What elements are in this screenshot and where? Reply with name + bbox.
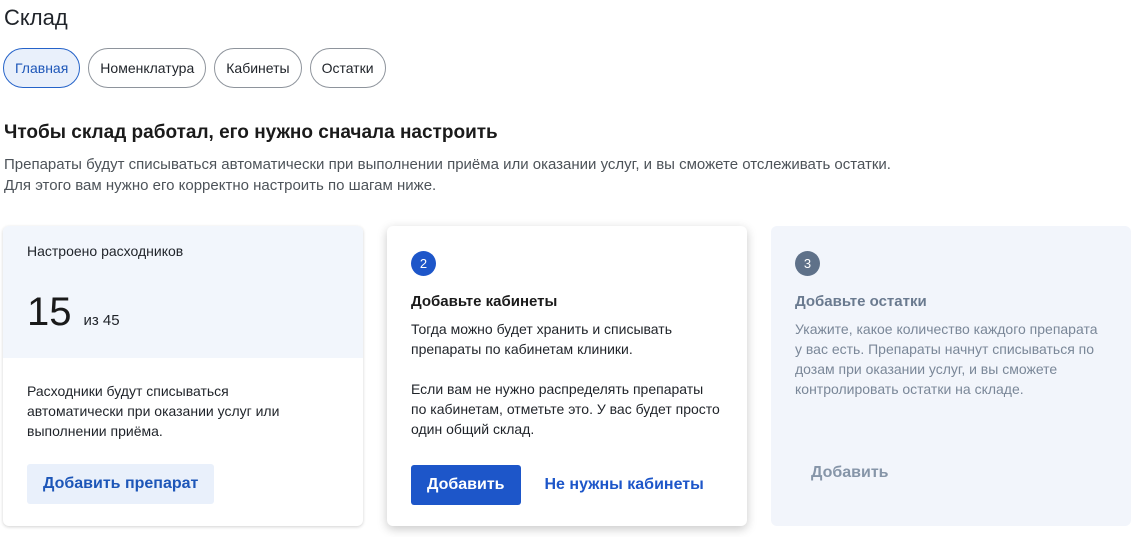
add-drug-button[interactable]: Добавить препарат: [27, 464, 215, 504]
add-cabinet-button[interactable]: Добавить: [411, 465, 521, 505]
warehouse-page: Склад Главная Номенклатура Кабинеты Оста…: [0, 0, 1131, 537]
cabinets-step-text-2: Если вам не нужно распределять препараты…: [411, 381, 720, 437]
tab-main[interactable]: Главная: [3, 48, 81, 88]
cabinets-step-text-1: Тогда можно будет хранить и списывать пр…: [411, 321, 672, 357]
tab-bar: Главная Номенклатура Кабинеты Остатки: [3, 48, 386, 88]
consumables-body: Расходники будут списываться автоматичес…: [3, 358, 363, 504]
setup-description-line-2: Для этого вам нужно его корректно настро…: [4, 177, 437, 194]
consumables-count-row: 15 из 45: [27, 290, 339, 335]
add-stock-button[interactable]: Добавить: [795, 453, 905, 493]
stock-step-card: 3 Добавьте остатки Укажите, какое количе…: [771, 226, 1131, 526]
consumables-total: из 45: [83, 312, 120, 329]
tab-cabinets[interactable]: Кабинеты: [214, 48, 302, 88]
consumables-count: 15: [27, 290, 72, 334]
consumables-summary: Настроено расходников 15 из 45: [3, 226, 363, 358]
stock-step-text: Укажите, какое количество каждого препар…: [795, 321, 1098, 397]
stock-step-title: Добавьте остатки: [795, 293, 927, 310]
cabinets-step-title: Добавьте кабинеты: [411, 293, 558, 310]
page-title: Склад: [4, 5, 68, 30]
tab-stock[interactable]: Остатки: [309, 48, 386, 88]
consumables-card: Настроено расходников 15 из 45 Расходник…: [3, 226, 363, 526]
setup-heading: Чтобы склад работал, его нужно сначала н…: [4, 122, 498, 143]
setup-description-line-1: Препараты будут списываться автоматическ…: [4, 156, 891, 173]
tab-nomenclature[interactable]: Номенклатура: [88, 48, 207, 88]
cabinets-step-actions: Добавить Не нужны кабинеты: [411, 465, 723, 505]
cabinets-step-card: 2 Добавьте кабинеты Тогда можно будет хр…: [387, 226, 747, 526]
setup-description: Препараты будут списываться автоматическ…: [4, 154, 891, 196]
step-3-badge: 3: [795, 251, 820, 276]
step-2-badge: 2: [411, 251, 436, 276]
no-cabinets-button[interactable]: Не нужны кабинеты: [545, 476, 704, 494]
consumables-text: Расходники будут списываться автоматичес…: [27, 383, 280, 439]
consumables-label: Настроено расходников: [27, 243, 184, 259]
